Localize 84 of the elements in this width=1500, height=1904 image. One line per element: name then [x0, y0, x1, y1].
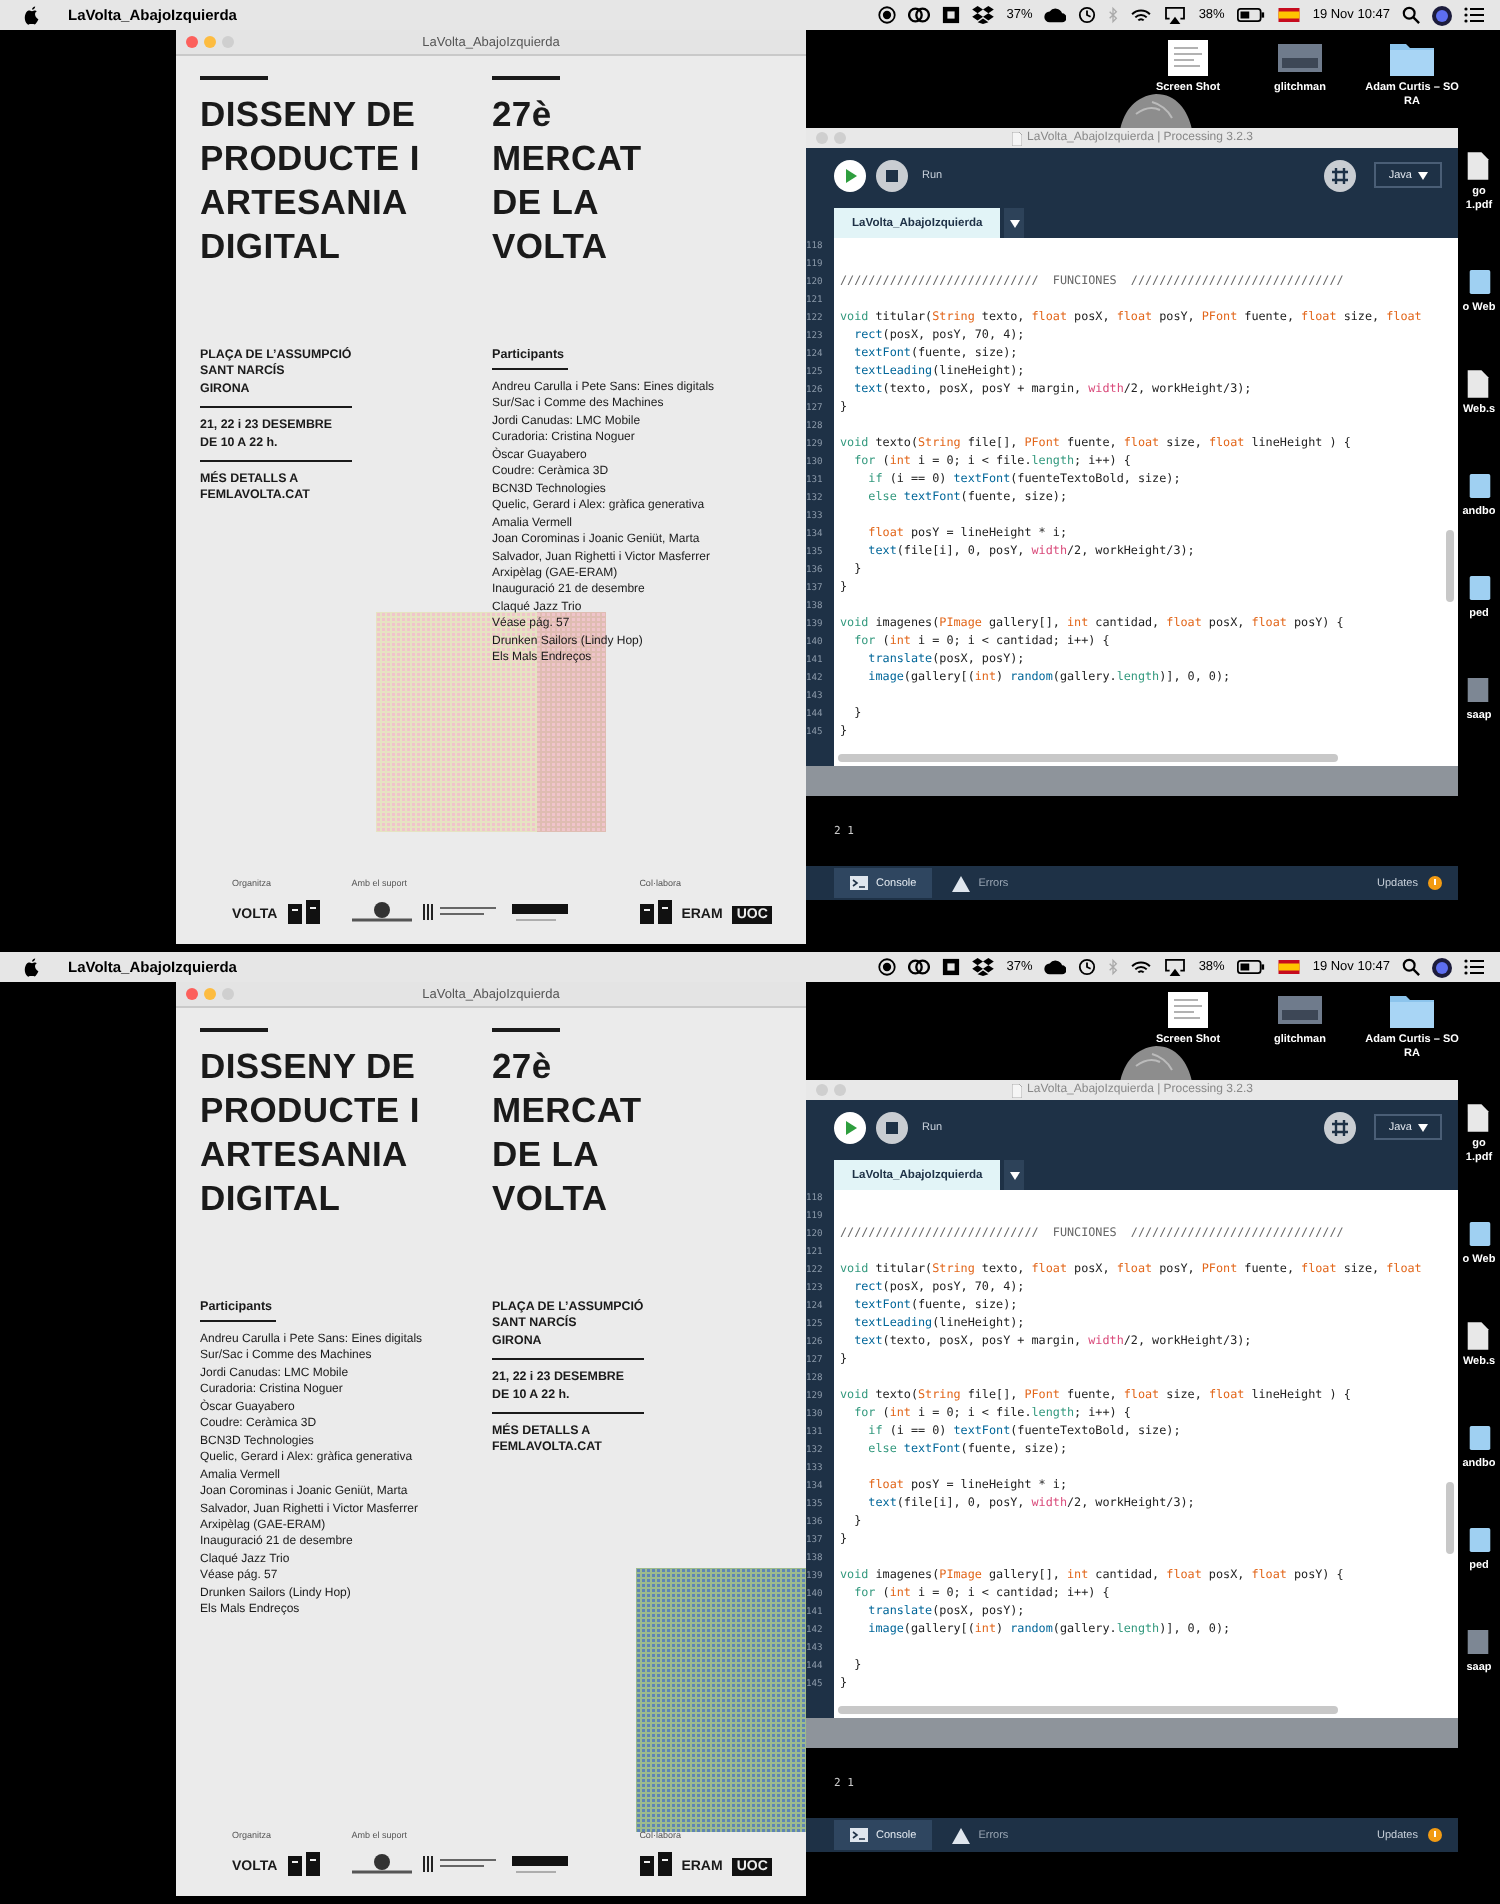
record-icon[interactable] [878, 958, 897, 976]
folder-icon[interactable] [1467, 572, 1491, 604]
document-icon[interactable] [1466, 1102, 1491, 1134]
warning-icon [952, 875, 971, 891]
scrollbar-thumb[interactable] [1446, 530, 1454, 602]
logo-mark-icon [287, 1852, 320, 1880]
folder-icon[interactable] [1467, 1218, 1491, 1250]
siri-icon[interactable] [1432, 5, 1452, 25]
cloud-rings-icon[interactable] [908, 958, 931, 976]
airplay-icon[interactable] [1164, 958, 1187, 976]
siri-icon[interactable] [1432, 957, 1452, 977]
stop-button-icon[interactable] [876, 159, 908, 191]
folder-icon[interactable] [1467, 1524, 1491, 1556]
logo-mark-icon [639, 1852, 672, 1880]
debugger-icon[interactable] [1324, 159, 1357, 191]
caret-icon [1418, 171, 1428, 179]
debugger-icon[interactable] [1324, 1111, 1357, 1143]
scrollbar-thumb[interactable] [838, 754, 1338, 762]
document-icon[interactable] [1466, 150, 1491, 182]
wifi-icon[interactable] [1130, 959, 1153, 975]
caret-icon [1009, 1171, 1020, 1179]
crest-logo-icon [351, 900, 412, 924]
list-icon[interactable] [1464, 958, 1484, 976]
rock-icon[interactable] [1116, 90, 1196, 130]
terminal-icon [850, 876, 868, 890]
folder-icon[interactable] [1467, 470, 1491, 502]
search-icon[interactable] [1402, 958, 1420, 976]
document-thumbnail-icon[interactable] [1164, 986, 1212, 1034]
run-button-icon[interactable] [834, 159, 866, 191]
poster-title: 27è MERCAT DE LA VOLTA [492, 92, 642, 268]
scrollbar-thumb[interactable] [838, 1706, 1338, 1714]
apple-icon[interactable] [24, 5, 40, 25]
logo-mark-icon [287, 900, 320, 928]
document-icon [1011, 131, 1022, 145]
document-icon[interactable] [1466, 368, 1491, 400]
folder-icon[interactable] [1467, 266, 1491, 298]
caret-icon [1009, 219, 1020, 227]
code-editor[interactable] [806, 238, 1458, 766]
battery-icon[interactable] [1236, 960, 1267, 974]
scrollbar-thumb[interactable] [1446, 1482, 1454, 1554]
bar-logo-icon [511, 902, 568, 922]
document-icon [1011, 1083, 1022, 1097]
bar-logo-icon [511, 1854, 568, 1874]
flag-icon[interactable] [1278, 960, 1301, 974]
crest-logo-icon [351, 1852, 412, 1876]
stripes-logo-icon [421, 902, 502, 922]
rock-icon[interactable] [1116, 1042, 1196, 1082]
search-icon[interactable] [1402, 6, 1420, 24]
dropbox-icon[interactable] [972, 6, 995, 24]
list-icon[interactable] [1464, 6, 1484, 24]
dropbox-icon[interactable] [972, 958, 995, 976]
square-app-icon[interactable] [942, 958, 961, 976]
folder-icon[interactable] [1467, 1422, 1491, 1454]
apple-icon[interactable] [24, 957, 40, 977]
battery-icon[interactable] [1236, 8, 1267, 22]
tab-menu-button[interactable] [1004, 1160, 1025, 1190]
wifi-icon[interactable] [1130, 7, 1153, 23]
logo-mark-icon [639, 900, 672, 928]
record-icon[interactable] [878, 6, 897, 24]
airplay-icon[interactable] [1164, 6, 1187, 24]
cloud-upload-icon[interactable] [1044, 7, 1067, 23]
updates-badge-icon[interactable] [1428, 876, 1442, 890]
poster-title: DISSENY DE PRODUCTE I ARTESANIA DIGITAL [200, 1044, 420, 1220]
clock-history-icon[interactable] [1078, 958, 1097, 976]
cloud-upload-icon[interactable] [1044, 959, 1067, 975]
stripes-logo-icon [421, 1854, 502, 1874]
code-editor[interactable] [806, 1190, 1458, 1718]
tab-menu-button[interactable] [1004, 208, 1025, 238]
clock-history-icon[interactable] [1078, 6, 1097, 24]
terminal-icon [850, 1828, 868, 1842]
photo-thumbnail-icon[interactable] [1466, 1626, 1491, 1658]
photo-thumbnail-icon[interactable] [1466, 674, 1491, 706]
caret-icon [1418, 1123, 1428, 1131]
poster-title: DISSENY DE PRODUCTE I ARTESANIA DIGITAL [200, 92, 420, 268]
warning-icon [952, 1827, 971, 1843]
document-icon[interactable] [1466, 1320, 1491, 1352]
updates-badge-icon[interactable] [1428, 1828, 1442, 1842]
flag-icon[interactable] [1278, 8, 1301, 22]
square-app-icon[interactable] [942, 6, 961, 24]
cloud-rings-icon[interactable] [908, 6, 931, 24]
stop-button-icon[interactable] [876, 1111, 908, 1143]
document-thumbnail-icon[interactable] [1164, 34, 1212, 82]
poster-title: 27è MERCAT DE LA VOLTA [492, 1044, 642, 1220]
run-button-icon[interactable] [834, 1111, 866, 1143]
